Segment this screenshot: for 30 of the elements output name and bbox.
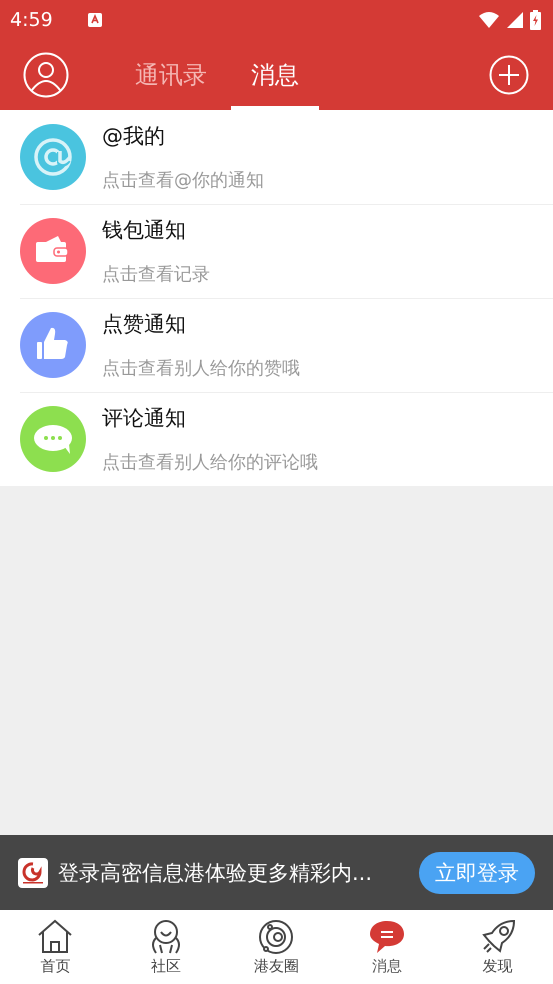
profile-icon[interactable] [23,52,69,98]
notification-title: 钱包通知 [102,217,187,244]
wifi-icon [478,11,500,29]
notification-subtitle: 点击查看别人给你的评论哦 [102,451,318,474]
nav-item[interactable]: 发现 [442,910,553,984]
add-icon[interactable] [489,55,529,95]
app-logo-icon [18,858,48,888]
nav-item[interactable]: 港友圈 [221,910,332,984]
notification-item[interactable]: 点赞通知 点击查看别人给你的赞哦 [0,298,553,392]
nav-item[interactable]: 消息 [332,910,442,984]
banner-text: 登录高密信息港体验更多精彩内... [58,860,374,886]
keyboard-icon [86,12,103,28]
signal-icon [506,11,524,29]
notification-title: @我的 [102,123,166,150]
notification-title: 评论通知 [102,405,187,432]
notification-item[interactable]: 评论通知 点击查看别人给你的评论哦 [0,392,553,486]
orbit-icon [258,918,294,954]
rocket-icon [480,918,516,954]
notification-subtitle: 点击查看别人给你的赞哦 [102,357,300,380]
notification-item[interactable]: 钱包通知 点击查看记录 [0,204,553,298]
notification-subtitle: 点击查看记录 [102,263,210,286]
nav-item[interactable]: 社区 [110,910,222,984]
notification-subtitle: 点击查看@你的通知 [102,169,264,192]
home-icon [37,918,74,954]
notification-item[interactable]: @我的 点击查看@你的通知 [0,110,553,204]
status-time: 4:59 [10,9,53,31]
battery-icon [530,10,541,30]
nav-item[interactable]: 首页 [0,910,111,984]
chat-bubble-icon [369,918,406,954]
notification-title: 点赞通知 [102,311,187,338]
